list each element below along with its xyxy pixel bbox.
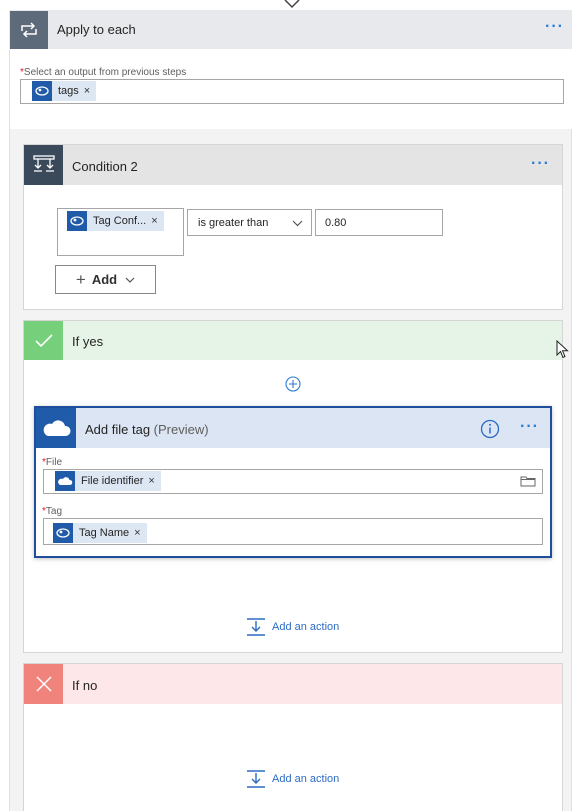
file-identifier-token[interactable]: File identifier × xyxy=(55,471,161,491)
condition-title: Condition 2 xyxy=(72,159,138,174)
apply-to-each-title: Apply to each xyxy=(57,22,136,37)
file-label-text: File xyxy=(45,457,63,468)
output-label: *Select an output from previous steps xyxy=(20,67,186,78)
folder-picker-icon[interactable] xyxy=(520,475,536,487)
add-action-icon xyxy=(247,770,265,788)
plus-icon: + xyxy=(75,269,86,289)
expression-icon xyxy=(32,81,52,101)
token-label: File identifier xyxy=(81,475,144,487)
if-yes-header[interactable] xyxy=(24,321,562,360)
mouse-cursor-icon xyxy=(556,340,569,359)
condition-more-button[interactable]: ··· xyxy=(531,156,550,172)
file-label: *File xyxy=(42,457,62,468)
onedrive-cloud-icon xyxy=(36,408,76,448)
value-text: 0.80 xyxy=(325,216,347,229)
add-button-label: Add xyxy=(91,272,118,287)
card-title-text: Add file tag xyxy=(85,422,151,437)
token-remove-button[interactable]: × xyxy=(148,475,160,487)
chevron-down-icon xyxy=(125,277,135,283)
if-yes-add-action-button[interactable]: Add an action xyxy=(246,618,339,636)
operator-select[interactable]: is greater than xyxy=(187,209,312,236)
insert-step-plus-icon[interactable] xyxy=(285,376,301,392)
check-icon xyxy=(24,321,63,360)
connector-arrow-icon xyxy=(284,0,300,9)
tag-label-text: Tag xyxy=(45,506,63,517)
if-no-title: If no xyxy=(72,678,98,693)
add-action-icon xyxy=(247,618,265,636)
if-no-header[interactable] xyxy=(24,664,562,704)
add-button[interactable]: + Add xyxy=(55,265,156,294)
tags-token[interactable]: tags × xyxy=(32,81,97,101)
token-label: Tag Conf... xyxy=(93,215,147,227)
tag-name-token[interactable]: Tag Name × xyxy=(53,523,147,543)
chevron-down-icon xyxy=(292,220,303,227)
operator-value: is greater than xyxy=(198,216,269,229)
info-icon[interactable] xyxy=(480,419,500,439)
token-remove-button[interactable]: × xyxy=(84,85,96,97)
token-remove-button[interactable]: × xyxy=(134,527,146,539)
card-more-button[interactable]: ··· xyxy=(520,419,539,435)
if-no-add-action-button[interactable]: Add an action xyxy=(246,770,339,788)
tag-confidence-token[interactable]: Tag Conf... × xyxy=(67,211,164,231)
add-action-label: Add an action xyxy=(272,773,340,785)
token-label: tags xyxy=(58,85,79,97)
loop-icon xyxy=(10,11,48,49)
expression-icon xyxy=(53,523,73,543)
condition-icon xyxy=(24,145,63,185)
expression-icon xyxy=(67,211,87,231)
apply-to-each-more-button[interactable]: ··· xyxy=(545,19,564,35)
token-label: Tag Name xyxy=(79,527,130,539)
add-action-label: Add an action xyxy=(272,621,340,633)
value-input[interactable]: 0.80 xyxy=(315,209,443,236)
close-icon xyxy=(24,664,63,704)
add-file-tag-title: Add file tag (Preview) xyxy=(85,422,209,437)
tag-label: *Tag xyxy=(42,506,62,517)
output-label-text: Select an output from previous steps xyxy=(23,67,187,78)
preview-label: (Preview) xyxy=(153,422,209,437)
onedrive-cloud-icon xyxy=(55,471,75,491)
if-yes-title: If yes xyxy=(72,334,104,349)
output-field[interactable] xyxy=(20,79,564,104)
token-remove-button[interactable]: × xyxy=(151,215,163,227)
